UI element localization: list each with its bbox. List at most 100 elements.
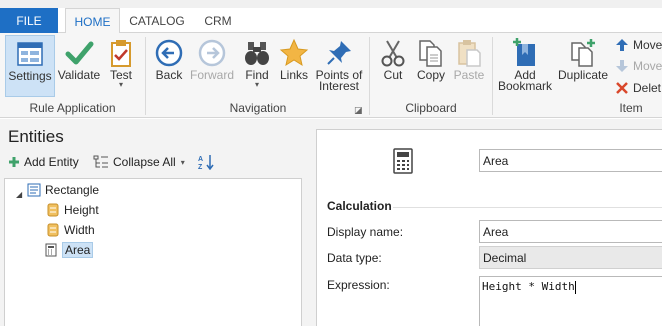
collapse-all-button[interactable]: Collapse All ▾: [93, 154, 185, 170]
calculation-section-heading: Calculation: [327, 199, 392, 213]
collapse-all-caret: ▾: [180, 157, 185, 167]
collapse-tree-icon: [93, 155, 109, 169]
expression-text: Height * Width: [482, 280, 575, 293]
back-label: Back: [155, 68, 183, 82]
tab-crm[interactable]: CRM: [196, 8, 240, 33]
pushpin-icon: [327, 41, 351, 65]
move-down-button[interactable]: Move: [614, 58, 662, 74]
settings-button[interactable]: Settings: [5, 35, 55, 97]
entities-pane: Entities Add Entity Collapse All ▾ AZ ◢ …: [0, 119, 316, 326]
paste-button[interactable]: Paste: [452, 35, 486, 97]
back-arrow-icon: [155, 39, 183, 67]
add-entity-label: Add Entity: [24, 155, 79, 169]
validate-button[interactable]: Validate: [56, 35, 102, 97]
forward-arrow-icon: [198, 39, 226, 67]
clipboard-check-icon: [111, 40, 131, 67]
tree-scrollbar[interactable]: [302, 178, 312, 326]
data-type-select[interactable]: Decimal: [479, 246, 662, 269]
tree-item-label: Height: [64, 203, 99, 217]
plus-icon: [8, 156, 20, 168]
move-down-label: Move: [633, 59, 662, 73]
group-label-item: Item: [619, 101, 643, 115]
delete-x-icon: [614, 81, 630, 95]
paste-icon: [458, 40, 481, 67]
add-bookmark-button[interactable]: Add Bookmark: [497, 35, 553, 97]
add-bookmark-label: Add Bookmark: [497, 68, 553, 93]
tab-file[interactable]: FILE: [0, 8, 58, 33]
entity-tree[interactable]: ◢ Rectangle Height Width Area: [4, 178, 302, 326]
tree-item-rectangle[interactable]: Rectangle: [27, 181, 99, 199]
forward-button[interactable]: Forward: [188, 35, 236, 97]
duplicate-label: Duplicate: [557, 68, 609, 82]
calculation-editor: Area Calculation Display name: Area Data…: [316, 129, 662, 326]
title-bar: [0, 0, 662, 8]
group-label-rule-application: Rule Application: [29, 101, 116, 115]
validate-label: Validate: [57, 68, 101, 82]
field-icon: [46, 223, 60, 237]
text-cursor: [574, 280, 576, 294]
tree-item-label: Width: [64, 223, 95, 237]
tree-item-width[interactable]: Width: [46, 221, 95, 239]
points-of-interest-button[interactable]: Points of Interest: [313, 35, 365, 97]
field-icon: [46, 203, 60, 217]
move-up-button[interactable]: Move: [614, 37, 662, 53]
name-field[interactable]: Area: [479, 149, 662, 172]
collapse-arrow-icon[interactable]: ◢: [16, 190, 22, 199]
expression-label: Expression:: [327, 278, 390, 292]
tree-item-label: Area: [62, 242, 94, 258]
ribbon: Settings Validate Test ▾ Rule Applicatio…: [0, 33, 662, 118]
expression-editor[interactable]: Height * Width: [479, 276, 662, 326]
collapse-all-label: Collapse All: [113, 155, 176, 169]
arrow-down-icon: [614, 59, 630, 73]
find-button[interactable]: Find ▾: [240, 35, 274, 97]
duplicate-button[interactable]: Duplicate: [556, 35, 610, 97]
back-button[interactable]: Back: [152, 35, 186, 97]
display-name-label: Display name:: [327, 225, 404, 239]
settings-label: Settings: [8, 69, 52, 83]
tree-item-area[interactable]: Area: [44, 241, 94, 259]
copy-icon: [419, 40, 442, 67]
points-of-interest-label: Points of Interest: [315, 68, 363, 93]
display-name-field[interactable]: Area: [479, 220, 662, 243]
calculator-icon: [44, 243, 58, 257]
star-icon: [279, 38, 309, 67]
add-entity-button[interactable]: Add Entity: [8, 154, 79, 170]
links-label: Links: [279, 68, 308, 82]
entity-icon: [27, 183, 41, 197]
tab-catalog[interactable]: CATALOG: [124, 8, 190, 33]
bookmark-add-icon: [513, 38, 535, 66]
copy-button[interactable]: Copy: [414, 35, 448, 97]
ribbon-tabstrip: FILE HOME CATALOG CRM: [0, 8, 662, 34]
tab-home[interactable]: HOME: [65, 8, 120, 34]
paste-label: Paste: [453, 68, 485, 82]
move-up-label: Move: [633, 38, 662, 52]
copy-label: Copy: [416, 68, 445, 82]
calculator-large-icon: [392, 148, 414, 177]
sort-button[interactable]: AZ: [198, 154, 220, 170]
tree-item-height[interactable]: Height: [46, 201, 99, 219]
settings-icon: [17, 42, 43, 66]
forward-label: Forward: [189, 68, 234, 82]
data-type-label: Data type:: [327, 251, 382, 265]
scissors-icon: [381, 40, 405, 67]
svg-text:A: A: [198, 156, 203, 163]
cut-label: Cut: [383, 68, 403, 82]
duplicate-icon: [571, 39, 595, 67]
find-dropdown-caret: ▾: [254, 80, 259, 89]
detail-pane: Area Calculation Display name: Area Data…: [316, 119, 662, 326]
cut-button[interactable]: Cut: [376, 35, 410, 97]
group-label-navigation: Navigation: [229, 101, 287, 115]
sort-az-icon: AZ: [198, 154, 216, 170]
group-label-clipboard: Clipboard: [405, 101, 457, 115]
svg-text:Z: Z: [198, 164, 203, 170]
arrow-up-icon: [614, 38, 630, 52]
test-button[interactable]: Test ▾: [104, 35, 138, 97]
delete-button[interactable]: Delet: [614, 80, 661, 96]
tree-item-label: Rectangle: [45, 183, 100, 197]
links-button[interactable]: Links: [278, 35, 310, 97]
dialog-launcher-icon[interactable]: ◪: [354, 105, 363, 116]
delete-label: Delet: [633, 81, 662, 95]
test-dropdown-caret: ▾: [118, 80, 123, 89]
binoculars-icon: [245, 42, 269, 65]
section-divider: [393, 207, 662, 208]
